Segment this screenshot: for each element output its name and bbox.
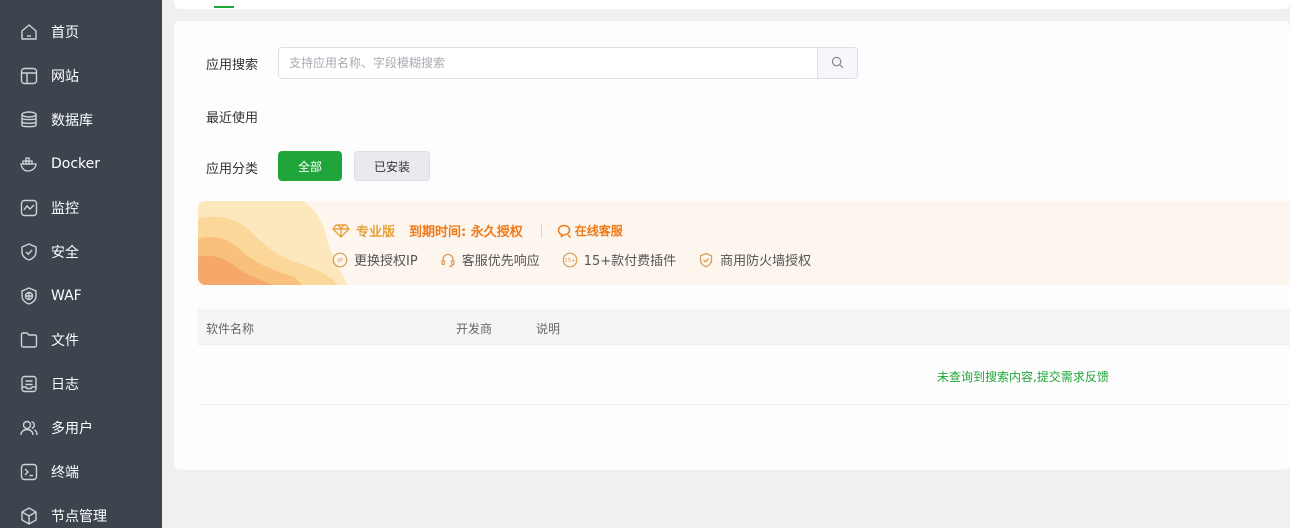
waf-icon <box>18 285 40 307</box>
sidebar-item-nodes[interactable]: 节点管理 <box>0 494 162 528</box>
tab-bar <box>174 0 1290 9</box>
sidebar-item-label: 监控 <box>51 201 79 217</box>
sidebar-item-docker[interactable]: Docker <box>0 142 162 186</box>
sidebar-item-waf[interactable]: WAF <box>0 274 162 318</box>
sidebar-item-label: 数据库 <box>51 113 93 129</box>
promo-status-line: 专业版 到期时间: 永久授权 在线客服 <box>332 221 623 240</box>
search-label: 应用搜索 <box>206 58 259 73</box>
recent-label: 最近使用 <box>206 111 259 126</box>
shield-check-icon <box>699 252 713 267</box>
banner-decoration <box>198 201 348 285</box>
log-icon <box>18 373 40 395</box>
sidebar-item-label: 节点管理 <box>51 509 107 525</box>
category-all-button[interactable]: 全部 <box>278 151 342 181</box>
sidebar-item-database[interactable]: 数据库 <box>0 98 162 142</box>
feature-label: 客服优先响应 <box>461 254 540 269</box>
expiry-label: 到期时间: 永久授权 <box>409 225 523 240</box>
online-support-link[interactable]: 在线客服 <box>556 222 623 239</box>
website-icon <box>18 65 40 87</box>
sidebar: 首页 网站 数据库 Docker 监控 安全 WAF 文件 日志 多用户 终端 … <box>0 0 162 528</box>
feature-label: 15+款付费插件 <box>583 254 677 269</box>
search-input[interactable] <box>279 48 817 78</box>
users-icon <box>18 417 40 439</box>
sidebar-item-security[interactable]: 安全 <box>0 230 162 274</box>
active-tab-indicator <box>214 6 234 8</box>
sidebar-item-label: 网站 <box>51 69 79 85</box>
plugin-badge-icon: 15+ <box>562 252 578 267</box>
column-header-name: 软件名称 <box>206 322 255 336</box>
database-icon <box>18 109 40 131</box>
sidebar-item-label: 安全 <box>51 245 79 261</box>
sidebar-item-files[interactable]: 文件 <box>0 318 162 362</box>
search-button[interactable] <box>817 48 857 78</box>
terminal-icon <box>18 461 40 483</box>
category-label: 应用分类 <box>206 162 259 177</box>
edition-label: 专业版 <box>356 225 396 240</box>
monitor-icon <box>18 197 40 219</box>
sidebar-item-monitor[interactable]: 监控 <box>0 186 162 230</box>
search-icon <box>831 54 844 73</box>
sidebar-item-label: Docker <box>51 156 101 172</box>
feature-firewall-license: 商用防火墙授权 <box>698 250 811 269</box>
sidebar-item-home[interactable]: 首页 <box>0 10 162 54</box>
category-installed-button[interactable]: 已安装 <box>354 151 430 181</box>
column-header-description: 说明 <box>536 322 561 336</box>
online-support-label: 在线客服 <box>574 224 623 238</box>
sidebar-item-label: 终端 <box>51 465 79 481</box>
shield-icon <box>18 241 40 263</box>
sidebar-item-users[interactable]: 多用户 <box>0 406 162 450</box>
search-box <box>278 47 858 79</box>
sidebar-item-logs[interactable]: 日志 <box>0 362 162 406</box>
feature-label: 更换授权IP <box>354 254 418 269</box>
table-empty-state: 未查询到搜索内容,提交需求反馈 <box>198 345 1290 405</box>
svg-text:15+: 15+ <box>564 258 576 264</box>
node-icon <box>18 505 40 527</box>
sidebar-item-terminal[interactable]: 终端 <box>0 450 162 494</box>
feature-label: 商用防火墙授权 <box>720 254 812 269</box>
feature-change-ip: IP 更换授权IP <box>332 250 418 269</box>
docker-icon <box>18 153 40 175</box>
ip-icon: IP <box>332 252 348 267</box>
folder-icon <box>18 329 40 351</box>
sidebar-item-label: 日志 <box>51 377 79 393</box>
sidebar-item-label: 文件 <box>51 333 79 349</box>
sidebar-item-label: 多用户 <box>51 421 93 437</box>
svg-text:IP: IP <box>337 256 343 264</box>
app-store-panel: 应用搜索 最近使用 应用分类 全部 已安装 专业版 到期时间: 永久授权 <box>174 21 1290 470</box>
feature-priority-support: 客服优先响应 <box>440 250 540 269</box>
chat-icon <box>556 223 572 239</box>
sidebar-item-label: WAF <box>51 288 82 304</box>
headset-icon <box>441 253 455 267</box>
column-header-developer: 开发商 <box>456 322 493 336</box>
sidebar-item-website[interactable]: 网站 <box>0 54 162 98</box>
pro-edition-banner: 专业版 到期时间: 永久授权 在线客服 IP 更换授权IP 客服优先响应 15+ <box>198 201 1290 285</box>
submit-feedback-link[interactable]: 未查询到搜索内容,提交需求反馈 <box>937 368 1109 385</box>
diamond-icon <box>332 223 350 239</box>
sidebar-item-label: 首页 <box>51 25 79 41</box>
promo-features: IP 更换授权IP 客服优先响应 15+ 15+款付费插件 商用防火墙授权 <box>332 250 833 269</box>
divider <box>540 223 542 238</box>
feature-paid-plugins: 15+ 15+款付费插件 <box>562 250 676 269</box>
home-icon <box>18 21 40 43</box>
table-header: 软件名称 开发商 说明 <box>198 309 1290 345</box>
